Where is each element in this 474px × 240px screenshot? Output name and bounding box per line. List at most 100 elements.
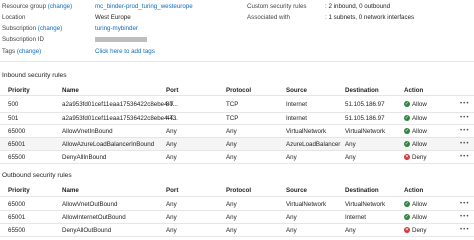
subscription-value[interactable]: turing-mybinder	[95, 25, 138, 32]
col-header-name[interactable]: Name	[62, 87, 79, 94]
cell-destination: Any	[345, 154, 356, 161]
redacted-block	[95, 36, 147, 42]
location-label: Location	[2, 14, 26, 21]
col-header-source[interactable]: Source	[286, 87, 307, 94]
col-header-action[interactable]: Action	[404, 87, 423, 94]
more-options-button[interactable]: •••	[460, 226, 470, 233]
deny-icon: ✕	[404, 227, 410, 234]
more-options-button[interactable]: •••	[460, 140, 470, 147]
allow-icon: ✓	[404, 214, 410, 221]
cell-port: 443	[166, 115, 177, 122]
cell-protocol: Any	[226, 154, 237, 161]
col-header-priority[interactable]: Priority	[8, 87, 30, 94]
resource-group-change-link[interactable]: (change)	[48, 3, 72, 10]
tags-change-link[interactable]: (change)	[17, 48, 41, 55]
allow-icon: ✓	[404, 128, 410, 135]
cell-priority: 65001	[8, 141, 26, 148]
resource-group-label: Resource group (change)	[2, 3, 73, 10]
cell-port: Any	[166, 201, 177, 208]
cell-name: DenyAllOutBound	[62, 227, 112, 234]
col-header-name[interactable]: Name	[62, 187, 79, 194]
more-options-button[interactable]: •••	[460, 114, 470, 121]
inbound-section-title: Inbound security rules	[2, 72, 67, 79]
tags-value[interactable]: Click here to add tags	[95, 48, 155, 55]
cell-action: ✓ Allow	[404, 141, 427, 148]
col-header-action[interactable]: Action	[404, 187, 423, 194]
cell-name: AllowAzureLoadBalancerInBound	[62, 141, 155, 148]
cell-source: Any	[286, 227, 297, 234]
cell-priority: 501	[8, 115, 19, 122]
cell-source: VirtualNetwork	[286, 201, 327, 208]
cell-protocol: Any	[226, 214, 237, 221]
cell-source: VirtualNetwork	[286, 128, 327, 135]
cell-action: ✓ Allow	[404, 201, 427, 208]
custom-rules-label: Custom security rules	[247, 3, 307, 10]
cell-destination: 51.105.186.97	[345, 101, 385, 108]
row-line	[0, 163, 474, 164]
cell-port: Any	[166, 128, 177, 135]
cell-action: ✕ Deny	[404, 154, 427, 161]
cell-priority: 65000	[8, 128, 26, 135]
allow-icon: ✓	[404, 141, 410, 148]
cell-protocol: Any	[226, 128, 237, 135]
cell-source: Internet	[286, 115, 307, 122]
col-header-source[interactable]: Source	[286, 187, 307, 194]
cell-protocol: Any	[226, 201, 237, 208]
cell-protocol: Any	[226, 227, 237, 234]
resource-group-value[interactable]: mc_binder-prod_turing_westeurope	[95, 3, 193, 10]
cell-protocol: TCP	[226, 101, 239, 108]
subscription-id-value	[95, 36, 147, 43]
more-options-button[interactable]: •••	[460, 200, 470, 207]
cell-port: Any	[166, 214, 177, 221]
cell-port: Any	[166, 227, 177, 234]
cell-source: AzureLoadBalancer	[286, 141, 341, 148]
location-value: West Europe	[95, 14, 131, 21]
cell-protocol: TCP	[226, 115, 239, 122]
cell-action: ✓ Allow	[404, 101, 427, 108]
row-line	[0, 124, 474, 125]
subscription-change-link[interactable]: (change)	[38, 25, 62, 32]
cell-destination: Internet	[345, 214, 366, 221]
row-line	[0, 236, 474, 237]
custom-rules-value: : 2 inbound, 0 outbound	[325, 3, 391, 10]
cell-name: AllowVnetInBound	[62, 128, 113, 135]
col-header-port[interactable]: Port	[166, 87, 178, 94]
cell-destination: Any	[345, 141, 356, 148]
allow-icon: ✓	[404, 101, 410, 108]
cell-destination: VirtualNetwork	[345, 201, 386, 208]
associated-label: Associated with	[247, 14, 290, 21]
cell-source: Any	[286, 154, 297, 161]
cell-action: ✓ Allow	[404, 128, 427, 135]
cell-priority: 500	[8, 101, 19, 108]
more-options-button[interactable]: •••	[460, 213, 470, 220]
row-line	[0, 150, 474, 151]
col-header-destination[interactable]: Destination	[345, 187, 379, 194]
allow-icon: ✓	[404, 201, 410, 208]
cell-port: Any	[166, 154, 177, 161]
more-options-button[interactable]: •••	[460, 127, 470, 134]
cell-name: AllowInternetOutBound	[62, 214, 126, 221]
row-line	[0, 210, 474, 211]
col-header-priority[interactable]: Priority	[8, 187, 30, 194]
col-header-destination[interactable]: Destination	[345, 87, 379, 94]
cell-priority: 65500	[8, 227, 26, 234]
more-options-button[interactable]: •••	[460, 153, 470, 160]
cell-priority: 65001	[8, 214, 26, 221]
header-line	[0, 95, 474, 96]
deny-icon: ✕	[404, 154, 410, 161]
tags-label: Tags (change)	[2, 48, 42, 55]
cell-action: ✓ Allow	[404, 115, 427, 122]
col-header-protocol[interactable]: Protocol	[226, 187, 251, 194]
more-options-button[interactable]: •••	[460, 100, 470, 107]
cell-source: Any	[286, 214, 297, 221]
cell-name: AllowVnetOutBound	[62, 201, 118, 208]
row-line	[0, 223, 474, 224]
header-line	[0, 196, 474, 197]
col-header-protocol[interactable]: Protocol	[226, 87, 251, 94]
col-header-port[interactable]: Port	[166, 187, 178, 194]
cell-destination: 51.105.186.97	[345, 115, 385, 122]
subscription-label: Subscription (change)	[2, 25, 63, 32]
cell-name: a2a953fd01cef11eaa17536422c8ebe4-T...	[62, 115, 178, 122]
cell-destination: Any	[345, 227, 356, 234]
cell-port: 80	[166, 101, 173, 108]
